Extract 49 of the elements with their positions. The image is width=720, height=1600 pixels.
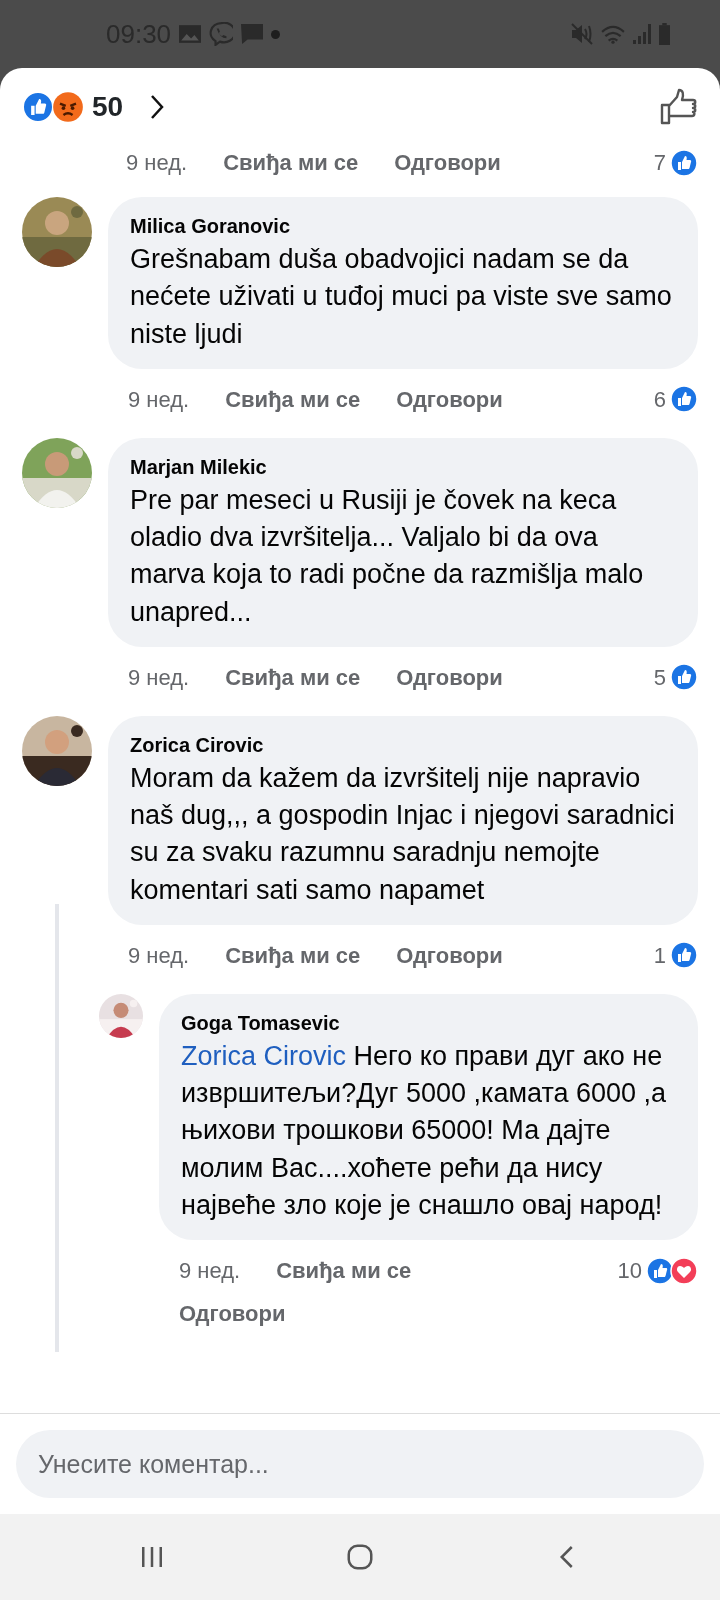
commenter-name[interactable]: Marjan Milekic — [130, 451, 676, 482]
reaction-count[interactable]: 5 — [653, 660, 666, 694]
commenter-name[interactable]: Zorica Cirovic — [130, 729, 676, 760]
commenter-name[interactable]: Milica Goranovic — [130, 211, 676, 241]
like-link[interactable]: Свиђа ми се — [225, 660, 361, 694]
comment-input[interactable]: Унесите коментар... — [16, 1430, 704, 1498]
like-icon — [670, 941, 698, 970]
reply-link[interactable]: Одговори — [396, 660, 503, 694]
dot-icon — [271, 29, 281, 39]
reaction-count[interactable]: 10 — [617, 1254, 642, 1287]
angry-emoji-icon — [52, 91, 84, 123]
phone-bubble-icon — [209, 22, 234, 46]
reply-link[interactable]: Одговори — [396, 938, 503, 972]
comment-text: Pre par meseci u Rusiji je čovek na keca oladio dva izvršitelja... Valjalo bi da ova marva koja to radi počne da razmišlja malo unapred... — [130, 483, 645, 629]
commenter-name[interactable]: Goga Tomasevic — [181, 1007, 676, 1038]
like-link[interactable]: Свиђа ми се — [225, 938, 361, 972]
like-link[interactable]: Свиђа ми се — [276, 1254, 412, 1287]
reply-link[interactable]: Одговори — [179, 1287, 698, 1330]
wifi-icon — [601, 24, 625, 44]
mention-link[interactable]: Zorica Cirovic — [181, 1040, 347, 1071]
like-icon — [646, 1256, 674, 1285]
like-icon — [670, 385, 698, 414]
thumbs-up-icon[interactable] — [658, 87, 698, 127]
reaction-count[interactable]: 6 — [653, 382, 666, 416]
comment-text: Grešnabam duša obadvojici nadam se da nećete uživati u tuđoj muci pa viste sve samo niste ljudi — [130, 243, 673, 351]
mute-icon — [571, 23, 593, 45]
like-link[interactable]: Свиђа ми се — [223, 146, 359, 179]
comment-time: 9 нед. — [126, 149, 188, 177]
home-icon[interactable] — [345, 1542, 375, 1572]
like-link[interactable]: Свиђа ми се — [225, 382, 361, 416]
reaction-count[interactable]: 50 — [92, 86, 124, 128]
comment-text: Moram da kažem da izvršitelj nije napravio naš dug,,, a gospodin Injac i njegovi saradnici su za svaku razumnu saradnju nemojte komentari sati samo napamet — [130, 761, 676, 907]
signal-icon — [633, 24, 651, 44]
reaction-count[interactable]: 1 — [653, 938, 666, 972]
comment-time: 9 нед. — [128, 385, 190, 414]
chevron-right-icon[interactable] — [149, 93, 166, 121]
like-icon — [22, 91, 54, 123]
like-icon — [670, 663, 698, 692]
reaction-count[interactable]: 7 — [653, 146, 666, 179]
battery-icon — [659, 23, 670, 45]
like-icon — [670, 148, 698, 177]
comment-text: Zorica Cirovic Него ко прави дуг ако не извршитељи?Дуг 5000 ,камата 6000 ,а њихови трошкови 65000! Ма дајте молим Вас....хоћете рећи да нису највеће зло које је снашло овај народ! — [181, 1039, 668, 1222]
reply-link[interactable]: Одговори — [396, 382, 503, 416]
comment-time: 9 нед. — [179, 1257, 241, 1285]
message-icon — [241, 24, 264, 44]
comment-time: 9 нед. — [128, 663, 190, 692]
image-icon — [179, 25, 202, 43]
reply-link[interactable]: Одговори — [394, 146, 501, 179]
comment-time: 9 нед. — [128, 941, 190, 970]
